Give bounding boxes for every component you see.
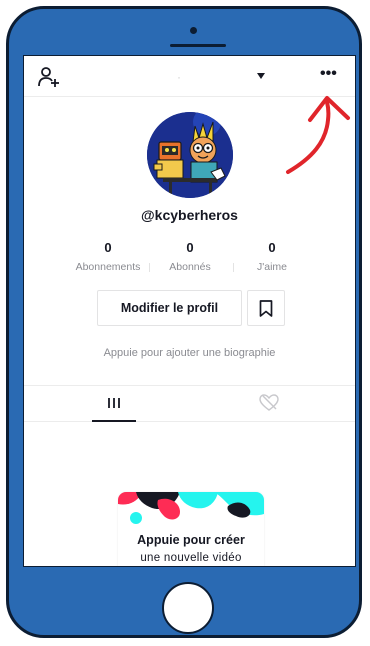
annotation-arrow <box>286 96 350 174</box>
create-video-card[interactable]: Appuie pour créer une nouvelle vidéo <box>118 492 264 566</box>
stat-likes[interactable]: 0 J'aime <box>232 240 312 274</box>
liked-heart-icon <box>254 394 284 425</box>
stat-following-value: 0 <box>104 240 112 255</box>
create-card-subtitle: une nouvelle vidéo <box>140 552 242 564</box>
active-tab-indicator <box>92 420 136 422</box>
tab-liked[interactable] <box>254 386 284 421</box>
card-decoration <box>118 492 264 532</box>
add-user-icon[interactable] <box>37 65 61 89</box>
home-button[interactable] <box>162 582 214 634</box>
edit-profile-button[interactable]: Modifier le profil <box>97 290 242 326</box>
bookmark-icon <box>248 300 284 329</box>
stat-following[interactable]: 0 Abonnements <box>68 240 148 274</box>
profile-handle: @kcyberheros <box>141 207 238 223</box>
stat-followers-value: 0 <box>186 240 194 255</box>
stat-following-label: Abonnements <box>75 261 141 273</box>
tab-videos[interactable] <box>92 386 136 422</box>
caret-down-icon[interactable] <box>257 73 265 79</box>
stat-followers[interactable]: 0 Abonnés <box>150 240 230 274</box>
bio-placeholder[interactable]: Appuie pour ajouter une biographie <box>24 347 355 359</box>
grid-icon <box>92 398 136 425</box>
content-tabs <box>24 385 355 422</box>
create-card-title: Appuie pour créer <box>137 533 245 547</box>
account-switcher[interactable]: · <box>114 70 244 84</box>
stat-likes-value: 0 <box>268 240 276 255</box>
avatar[interactable] <box>147 112 233 198</box>
camera-dot <box>190 27 197 34</box>
speaker-slot <box>170 44 226 47</box>
bookmark-button[interactable] <box>247 290 285 326</box>
stat-followers-label: Abonnés <box>169 261 211 273</box>
stat-likes-label: J'aime <box>256 261 287 273</box>
